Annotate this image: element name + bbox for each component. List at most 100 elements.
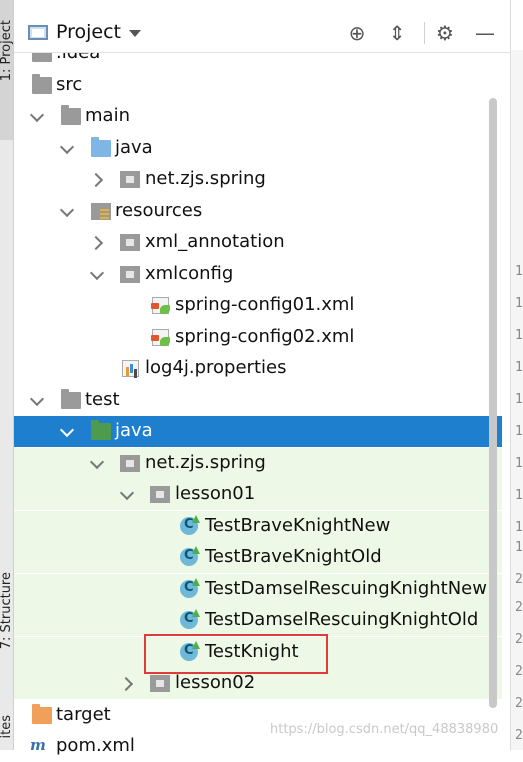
chevron-down-icon[interactable] — [29, 392, 45, 408]
java-class-icon — [180, 578, 200, 598]
excluded-folder-icon — [32, 704, 52, 724]
line-number: 2 — [515, 572, 523, 587]
tree-item-config01[interactable]: spring-config01.xml — [14, 290, 502, 321]
highlight-box — [144, 634, 328, 674]
tree-item-main-java[interactable]: java — [14, 133, 502, 164]
favorites-tool-tab[interactable]: ites — [0, 715, 14, 738]
chevron-down-icon[interactable] — [59, 140, 75, 156]
line-number: 2 — [515, 664, 523, 679]
project-tool-tab[interactable]: 1: Project — [0, 20, 14, 81]
project-panel-header: Project ⊕ ⇕ ⚙ — — [14, 14, 510, 53]
chevron-down-icon[interactable] — [59, 423, 75, 439]
tree-item-label: test — [85, 389, 120, 410]
spring-xml-file-icon — [151, 329, 170, 346]
project-icon — [28, 25, 48, 40]
line-number: 1 — [515, 360, 523, 375]
chevron-right-icon[interactable] — [90, 171, 106, 187]
collapse-icon[interactable]: ⇕ — [386, 22, 408, 44]
line-number: 2 — [515, 728, 523, 743]
tree-item-class[interactable]: TestDamselRescuingKnightNew — [14, 574, 502, 605]
tree-item-test-java[interactable]: java — [14, 416, 502, 447]
package-icon — [120, 266, 140, 283]
test-source-folder-icon — [91, 420, 111, 440]
watermark: https://blog.csdn.net/qq_48838980 — [270, 722, 499, 737]
java-class-icon — [180, 609, 200, 629]
tree-item-label: spring-config02.xml — [175, 326, 355, 347]
toolbar-separator — [424, 22, 425, 44]
package-icon — [120, 455, 140, 472]
tree-item-label: spring-config01.xml — [175, 294, 355, 315]
source-folder-icon — [91, 137, 111, 157]
tree-item-label: src — [56, 74, 83, 95]
tree-item-label: main — [85, 105, 130, 126]
line-number: 1 — [515, 456, 523, 471]
java-class-icon — [180, 515, 200, 535]
tree-item-lesson01[interactable]: lesson01 — [14, 479, 502, 510]
minimize-icon[interactable]: — — [474, 22, 496, 44]
line-number: 2 — [515, 632, 523, 647]
gear-icon[interactable]: ⚙ — [434, 22, 456, 44]
line-number: 1 — [515, 488, 523, 503]
tree-item-label: TestDamselRescuingKnightOld — [205, 609, 479, 630]
package-icon — [120, 234, 140, 251]
spring-xml-file-icon — [151, 297, 170, 314]
properties-file-icon — [122, 360, 139, 377]
line-number: 1 — [515, 540, 523, 555]
left-tool-strip: 1: Project 7: Structure ites — [0, 0, 14, 750]
java-class-icon — [180, 546, 200, 566]
tree-item-label: lesson01 — [175, 483, 256, 504]
line-number: 1 — [515, 520, 523, 535]
line-number: 2 — [515, 696, 523, 711]
package-icon — [150, 675, 170, 692]
chevron-right-icon[interactable] — [90, 234, 106, 250]
tree-item-label: resources — [115, 200, 203, 221]
tree-item-label: target — [56, 704, 111, 725]
tree-item-label: lesson02 — [175, 672, 256, 693]
tree-item-test[interactable]: test — [14, 385, 502, 416]
tree-item-xml-annotation[interactable]: xml_annotation — [14, 227, 502, 258]
package-icon — [150, 486, 170, 503]
chevron-down-icon[interactable] — [89, 266, 105, 282]
tree-item-label: net.zjs.spring — [145, 168, 266, 189]
tree-item-log4j[interactable]: log4j.properties — [14, 353, 502, 384]
tree-item-label: TestDamselRescuingKnightNew — [205, 578, 487, 599]
tree-item-label: java — [115, 420, 153, 441]
tree-item-main[interactable]: main — [14, 101, 502, 132]
tree-item-resources[interactable]: resources — [14, 196, 502, 227]
tree-item-main-package[interactable]: net.zjs.spring — [14, 164, 502, 195]
line-number: 1 — [515, 264, 523, 279]
panel-title[interactable]: Project — [56, 21, 121, 43]
structure-tool-tab[interactable]: 7: Structure — [0, 572, 14, 649]
tree-item-label: xml_annotation — [145, 231, 285, 252]
tree-item-label: pom.xml — [56, 735, 135, 756]
chevron-right-icon[interactable] — [120, 675, 136, 691]
chevron-down-icon[interactable] — [119, 486, 135, 502]
editor-tab-strip — [511, 0, 523, 50]
tree-item-label: TestBraveKnightNew — [205, 515, 391, 536]
tree-item-src[interactable]: src — [14, 70, 502, 101]
tree-item-xmlconfig[interactable]: xmlconfig — [14, 259, 502, 290]
line-number: 2 — [515, 600, 523, 615]
tree-scrollbar[interactable] — [489, 98, 497, 708]
tree-item-label: java — [115, 137, 153, 158]
tree-item-class[interactable]: TestBraveKnightOld — [14, 542, 502, 573]
tree-item-class[interactable]: TestBraveKnightNew — [14, 511, 502, 542]
chevron-down-icon[interactable] — [29, 108, 45, 124]
line-number: 1 — [515, 392, 523, 407]
editor-gutter-edge: 1 1 1 1 1 1 1 1 1 1 2 2 2 2 2 2 — [510, 0, 523, 750]
resources-folder-icon — [91, 203, 111, 220]
chevron-down-icon[interactable] — [59, 203, 75, 219]
tree-item-class[interactable]: TestDamselRescuingKnightOld — [14, 605, 502, 636]
tree-item-config02[interactable]: spring-config02.xml — [14, 322, 502, 353]
chevron-down-icon[interactable] — [89, 455, 105, 471]
tree-item-label: net.zjs.spring — [145, 452, 266, 473]
package-icon — [120, 171, 140, 188]
tree-item-label: xmlconfig — [145, 263, 234, 284]
chevron-down-icon[interactable] — [129, 30, 141, 37]
tree-item-label: log4j.properties — [145, 357, 287, 378]
tree-item-test-package[interactable]: net.zjs.spring — [14, 448, 502, 479]
folder-icon — [32, 74, 52, 94]
folder-icon — [61, 389, 81, 409]
target-icon[interactable]: ⊕ — [346, 22, 368, 44]
folder-icon — [61, 105, 81, 125]
